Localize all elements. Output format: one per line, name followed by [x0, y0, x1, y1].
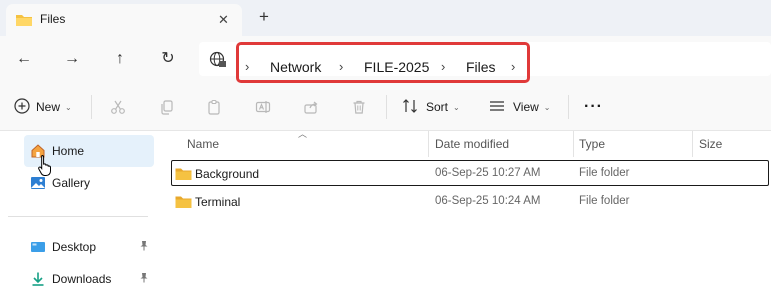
- hand-cursor-icon: [38, 154, 54, 179]
- sidebar-item-downloads[interactable]: Downloads: [24, 263, 154, 294]
- tab-title: Files: [40, 12, 66, 26]
- file-date: 06-Sep-25 10:27 AM: [435, 167, 541, 179]
- sidebar-item-label: Home: [52, 144, 85, 158]
- file-date: 06-Sep-25 10:24 AM: [435, 195, 541, 207]
- chevron-down-icon: ⌄: [65, 102, 72, 112]
- new-label: New: [36, 100, 61, 114]
- view-button[interactable]: View ⌄: [489, 97, 551, 117]
- delete-icon[interactable]: [351, 97, 367, 117]
- file-type: File folder: [579, 195, 630, 207]
- file-type: File folder: [579, 167, 630, 179]
- sort-ascending-icon: ︿: [298, 129, 308, 139]
- chevron-right-icon[interactable]: ›: [245, 59, 249, 74]
- chevron-right-icon[interactable]: ›: [441, 59, 445, 74]
- file-list: ︿ Name Date modified Type Size Backgroun…: [158, 129, 771, 294]
- chevron-down-icon: ⌄: [543, 102, 551, 112]
- file-name: Terminal: [195, 195, 241, 209]
- chevron-right-icon[interactable]: ›: [511, 59, 515, 74]
- divider: [568, 95, 569, 119]
- breadcrumb: › Network › FILE-2025 › Files ›: [236, 42, 530, 83]
- up-icon[interactable]: ↑: [110, 49, 130, 69]
- new-button[interactable]: New ⌄: [14, 97, 72, 117]
- pin-icon[interactable]: [139, 272, 149, 286]
- forward-icon[interactable]: →: [62, 49, 82, 69]
- column-divider[interactable]: [428, 131, 429, 157]
- sidebar-item-label: Gallery: [52, 176, 91, 190]
- sidebar-item-label: Downloads: [52, 272, 112, 286]
- divider: [386, 95, 387, 119]
- close-icon[interactable]: ✕: [218, 13, 229, 26]
- network-icon: [209, 51, 227, 72]
- breadcrumb-files[interactable]: Files: [466, 59, 496, 75]
- rename-icon[interactable]: [255, 97, 271, 117]
- chevron-down-icon: ⌄: [453, 102, 460, 112]
- more-options-button[interactable]: ···: [584, 97, 603, 117]
- breadcrumb-file-2025[interactable]: FILE-2025: [364, 59, 429, 75]
- address-row: ← → ↑ ↻ › Network › FILE-2025 › Files ›: [0, 36, 771, 83]
- add-icon: [14, 97, 30, 117]
- sidebar-item-desktop[interactable]: Desktop: [24, 231, 154, 263]
- cut-icon[interactable]: [110, 97, 126, 117]
- column-divider[interactable]: [573, 131, 574, 157]
- sort-button[interactable]: Sort ⌄: [402, 97, 460, 117]
- tab-files[interactable]: Files ✕: [6, 4, 242, 36]
- paste-icon[interactable]: [206, 97, 222, 117]
- column-header-name[interactable]: Name: [187, 137, 219, 151]
- chevron-right-icon[interactable]: ›: [339, 59, 343, 74]
- command-bar: New ⌄ Sort ⌄ View ⌄ ···: [0, 83, 771, 131]
- desktop-icon: [30, 239, 46, 258]
- sort-icon: [402, 98, 418, 117]
- new-tab-button[interactable]: +: [259, 8, 269, 26]
- sort-label: Sort: [426, 100, 449, 114]
- column-divider[interactable]: [692, 131, 693, 157]
- table-row[interactable]: Terminal 06-Sep-25 10:24 AM File folder: [171, 188, 769, 214]
- column-header-type[interactable]: Type: [579, 137, 605, 151]
- view-label: View: [513, 100, 539, 114]
- file-name: Background: [195, 167, 260, 181]
- divider: [8, 216, 148, 217]
- column-header-date[interactable]: Date modified: [435, 137, 509, 151]
- navigation-pane: Home Gallery Desktop Downloads: [0, 131, 158, 294]
- breadcrumb-network[interactable]: Network: [270, 59, 321, 75]
- share-icon[interactable]: [303, 97, 319, 117]
- back-icon[interactable]: ←: [14, 49, 34, 69]
- downloads-icon: [30, 271, 46, 290]
- copy-icon[interactable]: [159, 97, 175, 117]
- column-header-size[interactable]: Size: [699, 137, 722, 151]
- folder-icon: [175, 167, 192, 184]
- table-row[interactable]: Background 06-Sep-25 10:27 AM File folde…: [171, 160, 769, 186]
- view-icon: [489, 98, 505, 117]
- divider: [91, 95, 92, 119]
- sidebar-item-label: Desktop: [52, 240, 97, 254]
- refresh-icon[interactable]: ↻: [158, 49, 178, 69]
- folder-icon: [175, 195, 192, 212]
- address-bar[interactable]: › Network › FILE-2025 › Files ›: [199, 42, 771, 83]
- pin-icon[interactable]: [139, 240, 149, 254]
- folder-icon: [15, 13, 33, 30]
- tab-strip: Files ✕ +: [0, 0, 771, 36]
